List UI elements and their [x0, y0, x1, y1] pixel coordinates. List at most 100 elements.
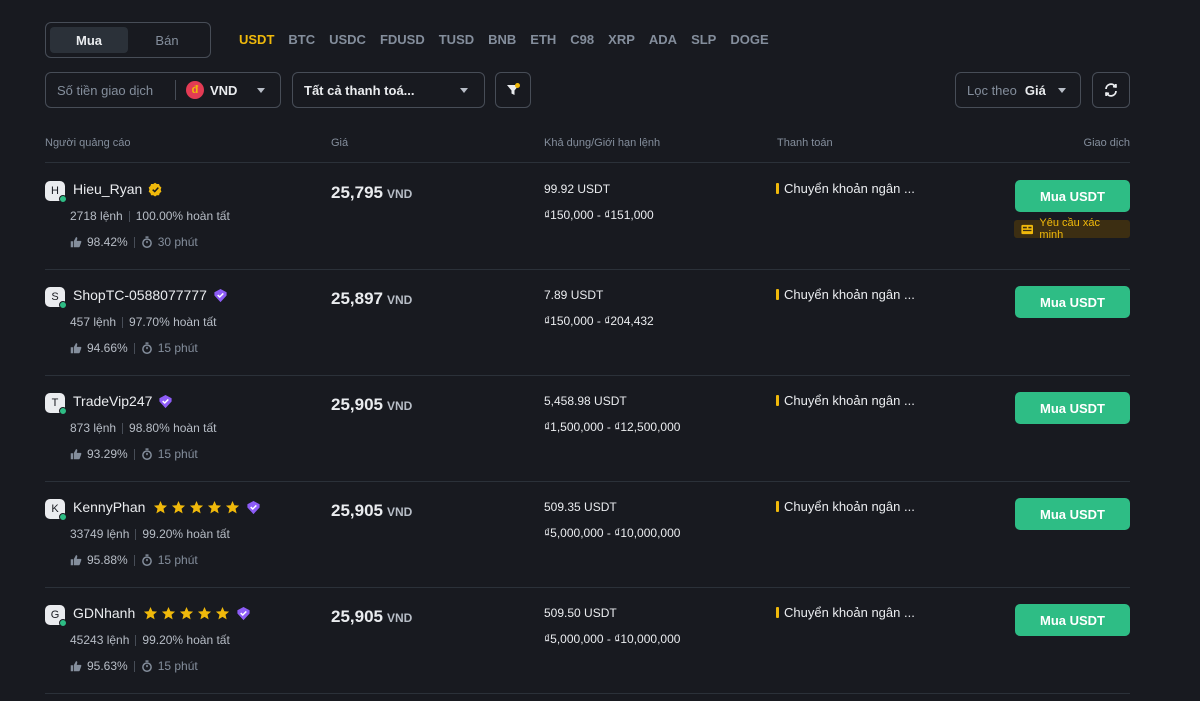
order-count: 45243 lệnh: [70, 633, 130, 647]
price-value: 25,905: [331, 501, 383, 520]
col-payment: Thanh toán: [777, 137, 833, 149]
amount-field[interactable]: Số tiền giao dịch đ VND: [45, 72, 281, 108]
advertiser-name[interactable]: Hieu_Ryan: [73, 181, 142, 197]
stat-divider: [128, 210, 130, 222]
avatar-initial: G: [50, 609, 60, 621]
rating-stats: 98.42% 30 phút: [70, 235, 198, 249]
buy-usdt-button[interactable]: Mua USDT: [1015, 498, 1130, 530]
coin-tab-xrp[interactable]: XRP: [608, 32, 635, 47]
coin-tab-c98[interactable]: C98: [570, 32, 594, 47]
thumbs-up-icon: [70, 661, 82, 672]
purple-verified-icon: [159, 394, 172, 408]
positive-rating: 98.42%: [87, 235, 128, 249]
online-status-dot: [59, 301, 67, 309]
coin-tab-btc[interactable]: BTC: [288, 32, 315, 47]
coin-tab-fdusd[interactable]: FDUSD: [380, 32, 425, 47]
coin-tab-ada[interactable]: ADA: [649, 32, 677, 47]
release-time: 15 phút: [141, 447, 198, 461]
star-icon: [172, 500, 186, 513]
avatar[interactable]: G: [45, 605, 67, 627]
table-row: S ShopTC-0588077777 457 lệnh 97.70% hoàn tấ…: [45, 270, 1130, 376]
order-count: 2718 lệnh: [70, 209, 123, 223]
amount-input[interactable]: Số tiền giao dịch: [46, 83, 175, 98]
avatar[interactable]: H: [45, 181, 67, 203]
currency-select[interactable]: VND: [210, 83, 237, 98]
release-time-value: 15 phút: [157, 553, 198, 567]
advertiser-name[interactable]: GDNhanh: [73, 605, 135, 621]
star-icon: [226, 500, 240, 513]
table-row: G GDNhanh 45243 lệnh 99.20% hoàn tất 95.63% 1…: [45, 588, 1130, 694]
payment-color-bar: [776, 183, 779, 194]
purple-verified-icon: [214, 288, 227, 302]
payment-method-label: Tất cả thanh toá...: [304, 82, 415, 98]
buy-usdt-button[interactable]: Mua USDT: [1015, 286, 1130, 318]
payment-color-bar: [776, 501, 779, 512]
buy-usdt-button[interactable]: Mua USDT: [1015, 180, 1130, 212]
advertiser-name-line: TradeVip247: [73, 393, 173, 409]
payment-method: Chuyển khoản ngân ...: [776, 181, 915, 196]
completion-rate: 99.20% hoàn tất: [142, 527, 230, 541]
stat-divider: [122, 316, 124, 328]
rating-stats: 95.63% 15 phút: [70, 659, 198, 673]
purple-verified-icon: [237, 606, 250, 620]
price: 25,905 VND: [331, 501, 412, 521]
price: 25,905 VND: [331, 607, 412, 627]
positive-rating: 93.29%: [87, 447, 128, 461]
price: 25,897 VND: [331, 289, 412, 309]
gold-verified-icon: [148, 182, 162, 196]
available-amount: 99.92 USDT: [544, 182, 611, 196]
order-count: 873 lệnh: [70, 421, 117, 435]
avatar[interactable]: K: [45, 499, 67, 521]
coin-tab-usdc[interactable]: USDC: [329, 32, 366, 47]
filter-button[interactable]: [495, 72, 531, 108]
buy-usdt-button[interactable]: Mua USDT: [1015, 392, 1130, 424]
verification-required-badge: Yêu cầu xác minh: [1014, 217, 1130, 241]
rating-stats: 94.66% 15 phút: [70, 341, 198, 355]
coin-tab-bnb[interactable]: BNB: [488, 32, 516, 47]
price-unit: VND: [387, 505, 413, 519]
coin-tab-usdt[interactable]: USDT: [239, 32, 274, 47]
positive-rating: 95.88%: [87, 553, 128, 567]
advertiser-name[interactable]: TradeVip247: [73, 393, 152, 409]
release-time: 30 phút: [141, 235, 198, 249]
buy-usdt-button[interactable]: Mua USDT: [1015, 604, 1130, 636]
avatar[interactable]: S: [45, 287, 67, 309]
payment-method-label: Chuyển khoản ngân ...: [784, 499, 915, 514]
col-advertiser: Người quảng cáo: [45, 137, 131, 149]
price-value: 25,897: [331, 289, 383, 308]
coin-tab-doge[interactable]: DOGE: [730, 32, 768, 47]
timer-icon: [141, 342, 152, 354]
payment-method: Chuyển khoản ngân ...: [776, 393, 915, 408]
order-stats: 873 lệnh 98.80% hoàn tất: [70, 421, 216, 435]
refresh-button[interactable]: [1092, 72, 1130, 108]
completion-rate: 99.20% hoàn tất: [142, 633, 230, 647]
advertiser-name[interactable]: ShopTC-0588077777: [73, 287, 207, 303]
coin-tab-eth[interactable]: ETH: [530, 32, 556, 47]
payment-method-select[interactable]: Tất cả thanh toá...: [292, 72, 485, 108]
completion-rate: 98.80% hoàn tất: [129, 421, 217, 435]
sort-label: Lọc theo: [967, 82, 1017, 98]
avatar-initial: K: [51, 503, 59, 515]
buy-tab[interactable]: Mua: [50, 27, 128, 53]
release-time-value: 30 phút: [157, 235, 198, 249]
chevron-down-icon: [460, 87, 468, 93]
star-icon: [144, 606, 158, 619]
order-limit: ₫5,000,000 - ₫10,000,000: [544, 632, 681, 646]
merchant-stars: [143, 606, 230, 621]
id-card-icon: [1021, 224, 1034, 234]
table-row: T TradeVip247 873 lệnh 98.80% hoàn tất 93.29…: [45, 376, 1130, 482]
sort-select[interactable]: Lọc theo Giá: [955, 72, 1081, 108]
coin-tab-tusd[interactable]: TUSD: [439, 32, 474, 47]
coin-tab-slp[interactable]: SLP: [691, 32, 716, 47]
avatar[interactable]: T: [45, 393, 67, 415]
payment-method-label: Chuyển khoản ngân ...: [784, 393, 915, 408]
advertiser-name-line: KennyPhan: [73, 499, 261, 515]
advertiser-name[interactable]: KennyPhan: [73, 499, 145, 515]
completion-rate: 100.00% hoàn tất: [135, 209, 230, 223]
sell-tab[interactable]: Bán: [128, 27, 206, 53]
order-limit: ₫150,000 - ₫151,000: [544, 208, 654, 222]
stat-divider: [122, 422, 124, 434]
price-unit: VND: [387, 187, 413, 201]
refresh-icon: [1105, 83, 1117, 97]
timer-icon: [141, 660, 152, 672]
